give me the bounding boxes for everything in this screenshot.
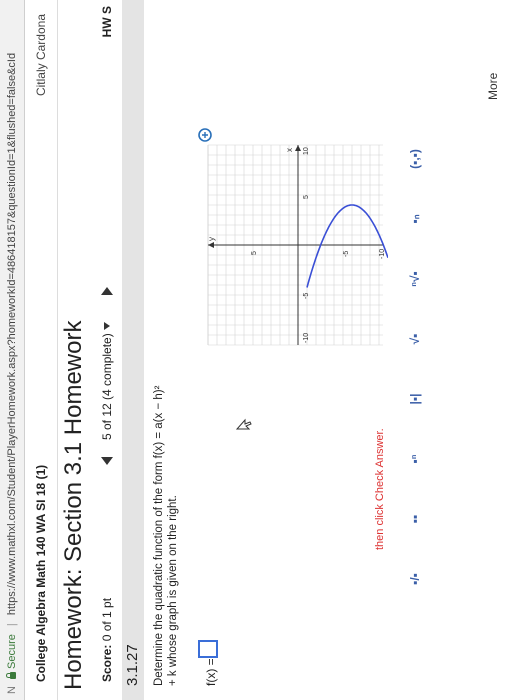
ordered-pair-tool-button[interactable]: (▪,▪) — [406, 148, 424, 170]
homework-title-text: Homework: Section 3.1 Homework — [60, 320, 87, 690]
course-bar: College Algebra Math 140 WA SI 18 (1) Ci… — [25, 0, 58, 700]
prev-arrow-icon[interactable] — [101, 457, 113, 465]
x-axis-label: x — [285, 148, 294, 152]
y-axis-arrow — [208, 242, 214, 248]
subscript-tool-button[interactable]: ▪ₙ — [406, 208, 424, 230]
homework-title: Homework: Section 3.1 Homework — [60, 321, 88, 700]
answer-input[interactable] — [198, 640, 218, 658]
question-number-bar: 3.1.27 — [122, 0, 144, 700]
course-title[interactable]: College Algebra Math 140 WA SI 18 (1) — [34, 465, 48, 682]
x-tick-label: -5 — [303, 293, 310, 299]
instruction-text: then click Check Answer. — [374, 428, 386, 550]
x-axis-arrow — [295, 145, 301, 151]
x-tick-label: 5 — [303, 195, 310, 199]
user-name[interactable]: Citlaly Cardona — [34, 14, 48, 96]
exponent-tool-button[interactable]: ▪ⁿ — [406, 448, 424, 470]
question-navigator: 5 of 12 (4 complete) — [96, 200, 116, 500]
score-label: Score: — [100, 644, 114, 682]
lock-icon — [10, 671, 16, 679]
x-tick-label: 10 — [303, 147, 310, 155]
url-text[interactable]: https://www.mathxl.com/Student/PlayerHom… — [6, 53, 18, 615]
nth-root-tool-button[interactable]: ⁿ√▪ — [406, 268, 424, 290]
question-number: 3.1.27 — [124, 644, 141, 686]
math-toolbar: ▪/▪ ▪▪ ▪ⁿ |▪| √▪ ⁿ√▪ ▪ₙ (▪,▪) More — [396, 0, 516, 700]
score-line: Score: 0 of 1 pt — [100, 598, 114, 682]
more-button[interactable]: More — [486, 73, 500, 100]
page-root: N Secure | https://www.mathxl.com/Studen… — [0, 0, 525, 700]
url-separator: | — [6, 623, 18, 627]
y-tick-label: -5 — [343, 251, 350, 257]
secure-label: Secure — [6, 634, 18, 669]
zoom-icon[interactable] — [198, 128, 212, 142]
hw-score-label: HW S — [100, 6, 114, 38]
browser-address-bar[interactable]: N Secure | https://www.mathxl.com/Studen… — [0, 0, 25, 700]
sqrt-tool-button[interactable]: √▪ — [406, 328, 424, 350]
question-text: Determine the quadratic function of the … — [153, 385, 179, 686]
cursor-icon — [236, 418, 252, 430]
mixed-number-tool-button[interactable]: ▪▪ — [406, 508, 424, 530]
chevron-down-icon — [104, 322, 110, 331]
score-value: 0 of 1 pt — [100, 597, 114, 642]
question-progress[interactable]: 5 of 12 (4 complete) — [100, 322, 114, 440]
fraction-tool-button[interactable]: ▪/▪ — [406, 568, 424, 590]
y-axis-label: y — [207, 237, 216, 241]
absolute-value-tool-button[interactable]: |▪| — [406, 388, 424, 410]
tab-icon: N — [6, 686, 18, 694]
footer: then click Check Answer. ▪/▪ ▪▪ ▪ⁿ |▪| √… — [374, 0, 525, 700]
y-tick-label: 5 — [251, 251, 258, 255]
function-graph: x y -10 -5 5 10 5 -5 -10 — [207, 144, 388, 346]
next-arrow-icon[interactable] — [101, 287, 113, 295]
x-tick-label: -10 — [303, 333, 310, 343]
answer-label: f(x) = — [204, 658, 218, 686]
